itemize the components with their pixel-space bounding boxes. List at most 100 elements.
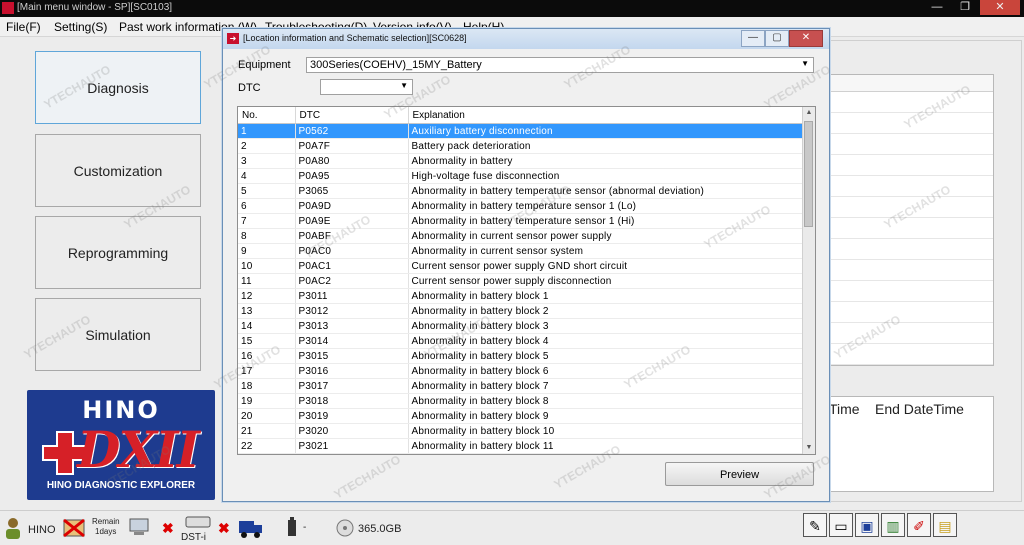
table-row[interactable]: 13 P3012 Abnormality in battery block 2 — [238, 303, 803, 319]
scroll-down-icon[interactable]: ▼ — [803, 442, 815, 454]
scroll-up-icon[interactable]: ▲ — [803, 107, 815, 119]
cell-dtc: P0A80 — [295, 153, 409, 169]
cell-no: 3 — [238, 153, 296, 169]
table-row[interactable]: 22 P3021 Abnormality in battery block 11 — [238, 438, 803, 454]
disconnected-x-icon: ✖ — [218, 520, 230, 536]
equipment-value: 300Series(COEHV)_15MY_Battery — [310, 59, 482, 71]
cell-no: 21 — [238, 423, 296, 439]
main-window-title: [Main menu window - SP][SC0103] — [17, 2, 173, 13]
cell-no: 2 — [238, 138, 296, 154]
table-row[interactable]: 12 P3011 Abnormality in battery block 1 — [238, 288, 803, 304]
cell-explanation: Abnormality in current sensor power supp… — [408, 228, 803, 244]
table-row[interactable]: 11 P0AC2 Current sensor power supply disco… — [238, 273, 803, 289]
cell-explanation: Abnormality in battery block 10 — [408, 423, 803, 439]
cell-dtc: P0AC0 — [295, 243, 409, 259]
cell-no: 19 — [238, 393, 296, 409]
status-device: DST-i — [181, 532, 206, 543]
table-row[interactable]: 3 P0A80 Abnormality in battery — [238, 153, 803, 169]
table-row[interactable]: 4 P0A95 High-voltage fuse disconnection — [238, 168, 803, 184]
table-row[interactable]: 15 P3014 Abnormality in battery block 4 — [238, 333, 803, 349]
table-row[interactable]: 16 P3015 Abnormality in battery block 5 — [238, 348, 803, 364]
cell-no: 14 — [238, 318, 296, 334]
cell-dtc: P0A9D — [295, 198, 409, 214]
cell-explanation: Battery pack deterioration — [408, 138, 803, 154]
chart-icon[interactable]: ▥ — [881, 513, 905, 537]
table-row[interactable]: 8 P0ABF Abnormality in current sensor powe… — [238, 228, 803, 244]
cell-dtc: P3012 — [295, 303, 409, 319]
right-list-panel — [828, 74, 994, 366]
cell-explanation: Abnormality in battery block 1 — [408, 288, 803, 304]
eraser-icon[interactable]: ▭ — [829, 513, 853, 537]
battery-icon — [288, 517, 296, 536]
table-row[interactable]: 17 P3016 Abnormality in battery block 6 — [238, 363, 803, 379]
cell-dtc: P3019 — [295, 408, 409, 424]
list-scrollbar[interactable]: ▲ ▼ — [802, 107, 815, 454]
col-no-header[interactable]: No. — [238, 107, 296, 124]
menu-file[interactable]: File(F) — [6, 20, 41, 34]
menu-setting[interactable]: Setting(S) — [54, 20, 107, 34]
minimize-button[interactable]: — — [924, 0, 950, 15]
reprogramming-button[interactable]: Reprogramming — [35, 216, 201, 289]
cell-no: 12 — [238, 288, 296, 304]
maximize-button[interactable]: ❐ — [952, 0, 978, 15]
save-icon[interactable]: ▣ — [855, 513, 879, 537]
table-row[interactable]: 10 P0AC1 Current sensor power supply GND s… — [238, 258, 803, 274]
dialog-maximize-button[interactable]: ▢ — [765, 30, 789, 47]
table-row[interactable]: 7 P0A9E Abnormality in battery temperature… — [238, 213, 803, 229]
cell-explanation: Abnormality in battery block 6 — [408, 363, 803, 379]
simulation-button[interactable]: Simulation — [35, 298, 201, 371]
scroll-thumb[interactable] — [804, 121, 813, 227]
status-remain-days: 1days — [95, 527, 117, 536]
folder-icon[interactable]: ▤ — [933, 513, 957, 537]
user-icon — [6, 518, 20, 539]
chevron-down-icon: ▼ — [400, 81, 408, 90]
col-dtc-header[interactable]: DTC — [295, 107, 409, 124]
status-battery: - — [303, 522, 307, 533]
dialog-close-button[interactable]: ✕ — [789, 30, 823, 47]
logo-tagline: HINO DIAGNOSTIC EXPLORER — [46, 480, 196, 491]
table-row[interactable]: 14 P3013 Abnormality in battery block 3 — [238, 318, 803, 334]
cell-dtc: P3014 — [295, 333, 409, 349]
history-panel: Time End DateTime — [828, 396, 994, 492]
table-row[interactable]: 19 P3018 Abnormality in battery block 8 — [238, 393, 803, 409]
dialog-minimize-button[interactable]: — — [741, 30, 765, 47]
cell-dtc: P0562 — [295, 123, 409, 139]
cell-dtc: P3016 — [295, 363, 409, 379]
cell-no: 10 — [238, 258, 296, 274]
cell-dtc: P0AC2 — [295, 273, 409, 289]
cell-explanation: High-voltage fuse disconnection — [408, 168, 803, 184]
cell-no: 16 — [238, 348, 296, 364]
table-row[interactable]: 5 P3065 Abnormality in battery temperature… — [238, 183, 803, 199]
table-row[interactable]: 21 P3020 Abnormality in battery block 10 — [238, 423, 803, 439]
table-row[interactable]: 20 P3019 Abnormality in battery block 9 — [238, 408, 803, 424]
cell-no: 4 — [238, 168, 296, 184]
edit-icon[interactable]: ✐ — [907, 513, 931, 537]
truck-icon — [239, 521, 262, 538]
cell-no: 1 — [238, 123, 296, 139]
pen-icon[interactable]: ✎ — [803, 513, 827, 537]
logo-product: DXII — [77, 420, 200, 479]
table-row[interactable]: 2 P0A7F Battery pack deterioration — [238, 138, 803, 154]
col-explanation-header[interactable]: Explanation — [408, 107, 803, 124]
customization-button[interactable]: Customization — [35, 134, 201, 207]
table-row[interactable]: 6 P0A9D Abnormality in battery temperature… — [238, 198, 803, 214]
cell-dtc: P3018 — [295, 393, 409, 409]
equipment-select[interactable]: 300Series(COEHV)_15MY_Battery ▼ — [306, 57, 814, 73]
cell-no: 11 — [238, 273, 296, 289]
preview-button[interactable]: Preview — [665, 462, 814, 486]
diagnosis-button[interactable]: Diagnosis — [35, 51, 201, 124]
close-button[interactable]: ✕ — [980, 0, 1020, 15]
cell-dtc: P3017 — [295, 378, 409, 394]
cell-explanation: Abnormality in battery block 3 — [408, 318, 803, 334]
cell-no: 20 — [238, 408, 296, 424]
col-time-header: Time — [829, 401, 860, 417]
table-row[interactable]: 18 P3017 Abnormality in battery block 7 — [238, 378, 803, 394]
dtc-select[interactable]: ▼ — [320, 79, 413, 95]
table-row[interactable]: 1 P0562 Auxiliary battery disconnection — [238, 123, 803, 139]
cell-explanation: Abnormality in battery — [408, 153, 803, 169]
license-icon — [63, 518, 85, 538]
chevron-down-icon: ▼ — [801, 59, 809, 68]
dialog-titlebar: ➜ [Location information and Schematic se… — [223, 29, 829, 49]
cell-explanation: Abnormality in battery block 7 — [408, 378, 803, 394]
table-row[interactable]: 9 P0AC0 Abnormality in current sensor syst… — [238, 243, 803, 259]
